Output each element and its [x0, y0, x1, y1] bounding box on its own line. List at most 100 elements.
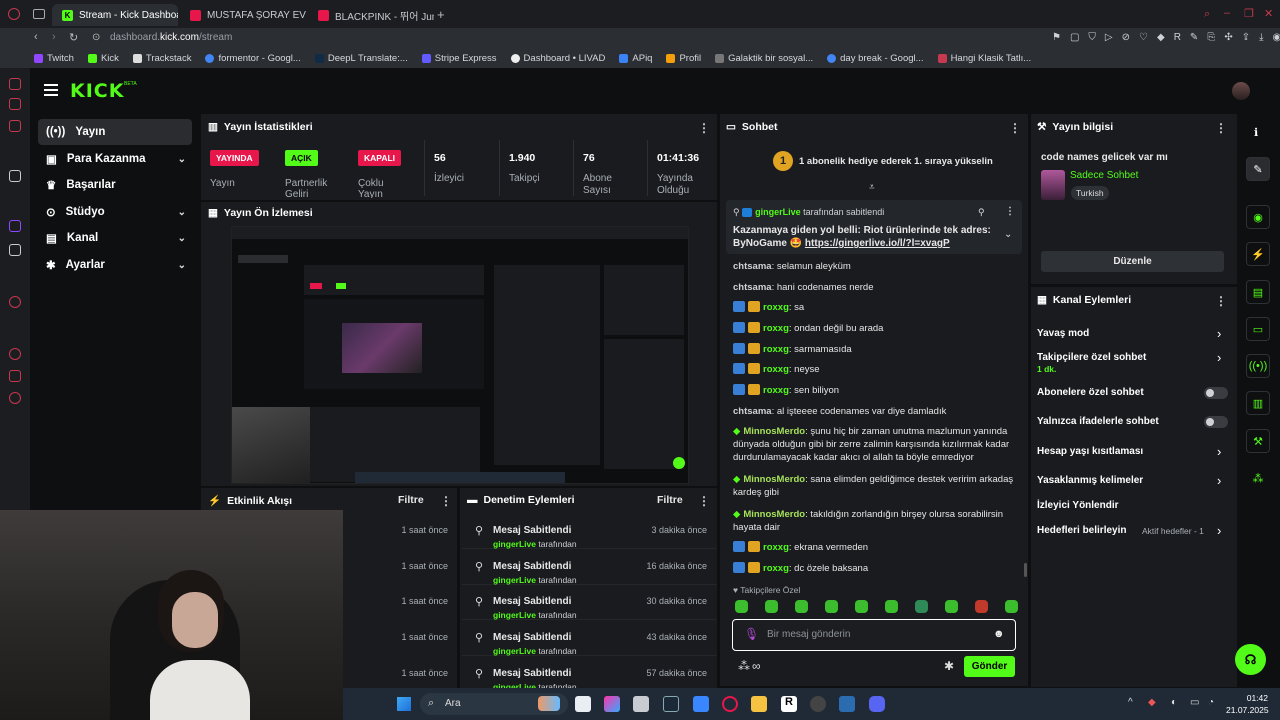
- emote-icon[interactable]: [795, 600, 808, 613]
- hamburger-menu-icon[interactable]: [44, 84, 58, 96]
- edit-icon[interactable]: ✎: [1246, 157, 1270, 181]
- minimize-icon[interactable]: –: [1224, 7, 1230, 19]
- heart-icon[interactable]: ♡: [1139, 32, 1148, 43]
- reload-icon[interactable]: ↻: [69, 31, 78, 44]
- kebab-menu-icon[interactable]: ⋮: [1215, 294, 1227, 308]
- support-chat-button[interactable]: ☊: [1235, 644, 1266, 675]
- bookmark-deepl[interactable]: DeepL Translate:...: [314, 53, 408, 64]
- snapshot-icon[interactable]: ▢: [1070, 32, 1079, 43]
- maximize-icon[interactable]: ❐: [1244, 7, 1254, 20]
- chat-username[interactable]: roxxg: [763, 364, 789, 375]
- bookmark-livad[interactable]: Dashboard • LIVAD: [510, 53, 605, 64]
- pinned-link[interactable]: https://gingerlive.io/l/?l=xvagP: [805, 238, 950, 249]
- tray-volume-icon[interactable]: ◔: [1208, 697, 1214, 708]
- chat-username[interactable]: roxxg: [763, 344, 789, 355]
- taskbar-search[interactable]: ⌕ Ara: [420, 693, 568, 715]
- bookmark-galaktik[interactable]: Galaktik bir sosyal...: [715, 53, 813, 64]
- emote-icon[interactable]: [885, 600, 898, 613]
- mod-user[interactable]: gingerLive: [493, 646, 536, 656]
- chat-username[interactable]: roxxg: [763, 542, 789, 553]
- info-icon[interactable]: ℹ: [1254, 126, 1258, 139]
- file-explorer-icon[interactable]: [633, 696, 649, 712]
- chevron-right-icon[interactable]: ›: [1217, 350, 1221, 365]
- channel-action-1[interactable]: Takipçilere özel sohbet: [1037, 352, 1227, 363]
- sidebar-history-icon[interactable]: [9, 348, 21, 360]
- gift-banner-text[interactable]: 1 abonelik hediye ederek 1. sıraya yükse…: [799, 156, 993, 167]
- chevron-down-icon[interactable]: ⌄: [1004, 229, 1012, 240]
- category-name[interactable]: Sadece Sohbet: [1070, 170, 1138, 181]
- kebab-menu-icon[interactable]: ⋮: [1005, 206, 1015, 217]
- wrench-icon[interactable]: ⚒: [1246, 429, 1270, 453]
- r-extension-icon[interactable]: R: [1174, 32, 1181, 43]
- copilot-icon[interactable]: [604, 696, 620, 712]
- broadcast-icon[interactable]: ((•)): [1246, 354, 1270, 378]
- chevron-right-icon[interactable]: ›: [1217, 473, 1221, 488]
- task-view-icon[interactable]: [575, 696, 591, 712]
- chat-username[interactable]: roxxg: [763, 302, 789, 313]
- bookmark-google-2[interactable]: day break - Googl...: [827, 53, 924, 64]
- mod-user[interactable]: gingerLive: [493, 539, 536, 549]
- emoji-icon[interactable]: ☻: [993, 628, 1005, 640]
- emote-icon[interactable]: [825, 600, 838, 613]
- sidebar-crypto-icon[interactable]: [9, 98, 21, 110]
- mod-user[interactable]: gingerLive: [493, 575, 536, 585]
- sidebar-player-icon[interactable]: [9, 296, 21, 308]
- back-icon[interactable]: ‹: [34, 31, 38, 43]
- opera-logo-icon[interactable]: [8, 8, 20, 20]
- download-icon[interactable]: ⤓: [1259, 32, 1263, 43]
- toggle-switch[interactable]: [1204, 387, 1228, 399]
- user-avatar[interactable]: [1232, 82, 1250, 100]
- collapse-banner-icon[interactable]: ⩡: [869, 182, 875, 193]
- chat-username[interactable]: chtsama: [733, 282, 772, 293]
- bookmark-google-1[interactable]: formentor - Googl...: [205, 53, 301, 64]
- obs-icon[interactable]: [810, 696, 826, 712]
- tray-shield-icon[interactable]: ◆: [1148, 697, 1156, 708]
- nav-kanal[interactable]: ▤ Kanal ⌄: [38, 225, 192, 251]
- nav-yayin[interactable]: ((•)) Yayın: [38, 119, 192, 145]
- moderation-filter-button[interactable]: Filtre: [657, 494, 683, 506]
- chat-username[interactable]: roxxg: [763, 385, 789, 396]
- emote-icon[interactable]: [1005, 600, 1018, 613]
- tab-island-icon[interactable]: [33, 9, 45, 19]
- bookmark-trackstack[interactable]: Trackstack: [132, 53, 191, 64]
- network-app-icon[interactable]: [839, 696, 855, 712]
- forward-icon[interactable]: ›: [52, 31, 56, 43]
- channel-action-5[interactable]: Yasaklanmış kelimeler: [1037, 475, 1227, 486]
- chat-username[interactable]: roxxg: [763, 563, 789, 574]
- puzzle-icon[interactable]: ✣: [1224, 32, 1232, 43]
- tab-youtube-2[interactable]: BLACKPINK - 뛰어 Jump: [308, 4, 434, 26]
- document-icon[interactable]: ▤: [1246, 280, 1270, 304]
- bookmark-stripe[interactable]: Stripe Express: [421, 53, 497, 64]
- bookmark-profil[interactable]: Profil: [666, 53, 701, 64]
- bits-icon[interactable]: ⁂: [1246, 466, 1270, 490]
- send-button[interactable]: Gönder: [964, 656, 1015, 677]
- kebab-menu-icon[interactable]: ⋮: [698, 121, 710, 135]
- chat-username[interactable]: chtsama: [733, 261, 772, 272]
- bookmark-kick[interactable]: Kick: [87, 53, 119, 64]
- chat-username[interactable]: roxxg: [763, 323, 789, 334]
- chat-settings-icon[interactable]: ✱: [944, 659, 954, 673]
- sidebar-aria-icon[interactable]: [9, 78, 21, 90]
- tray-network-icon[interactable]: ▭: [1190, 697, 1199, 708]
- tray-chevron-icon[interactable]: ^: [1128, 697, 1133, 708]
- nav-para-kazanma[interactable]: ▣ Para Kazanma ⌄: [38, 146, 192, 172]
- nav-studyo[interactable]: ⊙ Stüdyo ⌄: [38, 199, 192, 225]
- r-app-icon[interactable]: R: [781, 696, 797, 712]
- tray-mic-icon[interactable]: ◐: [1171, 697, 1177, 708]
- activity-filter-button[interactable]: Filtre: [398, 494, 424, 506]
- kick-logo[interactable]: KICK: [70, 80, 124, 102]
- chevron-right-icon[interactable]: ›: [1217, 523, 1221, 538]
- extension-icon[interactable]: ◆: [1157, 32, 1165, 43]
- bookmark-twitch[interactable]: Twitch: [34, 53, 74, 64]
- chat-username[interactable]: MinnosMerdo: [743, 509, 805, 520]
- unpin-icon[interactable]: ⚲: [978, 207, 985, 218]
- discord-icon[interactable]: [869, 696, 885, 712]
- player-icon[interactable]: ▷: [1105, 32, 1113, 43]
- opera-icon[interactable]: [722, 696, 738, 712]
- new-tab-icon[interactable]: +: [437, 7, 445, 22]
- nav-basarilar[interactable]: ♛ Başarılar: [38, 172, 192, 198]
- chat-input[interactable]: 🎙 Bir mesaj gönderin ☻: [732, 619, 1016, 651]
- bolt-icon[interactable]: ⚡: [1246, 242, 1270, 266]
- capture-icon[interactable]: [693, 696, 709, 712]
- pinned-user[interactable]: gingerLive: [755, 207, 801, 217]
